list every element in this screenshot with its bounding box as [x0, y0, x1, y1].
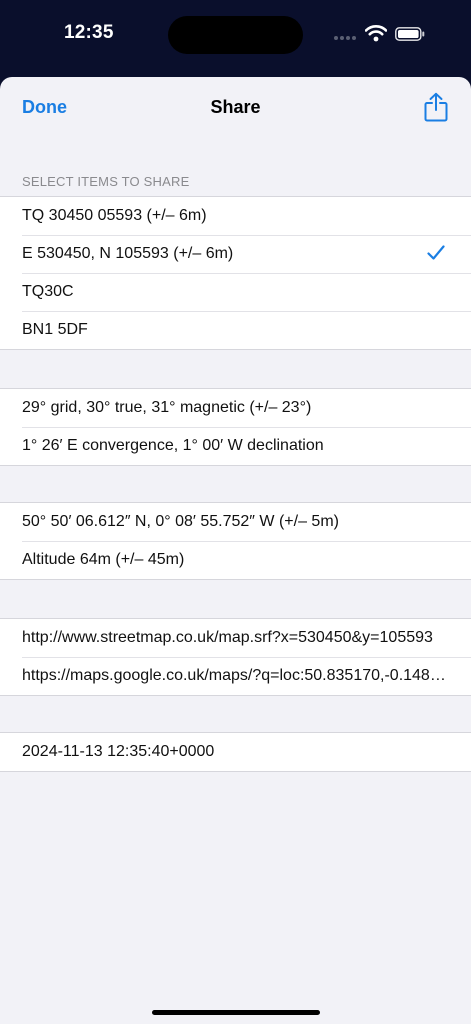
list-item-label: http://www.streetmap.co.uk/map.srf?x=530… [22, 629, 433, 646]
list-item-label: Altitude 64m (+/– 45m) [22, 551, 185, 568]
coordinates-group: 50° 50′ 06.612″ N, 0° 08′ 55.752″ W (+/–… [0, 502, 471, 580]
list-item[interactable]: 50° 50′ 06.612″ N, 0° 08′ 55.752″ W (+/–… [0, 503, 471, 541]
grid-reference-group: TQ 30450 05593 (+/– 6m) E 530450, N 1055… [0, 196, 471, 350]
checkmark-icon [427, 245, 445, 260]
list-item[interactable]: TQ30C [0, 273, 471, 311]
list-item[interactable]: TQ 30450 05593 (+/– 6m) [0, 197, 471, 235]
list-item-label: 50° 50′ 06.612″ N, 0° 08′ 55.752″ W (+/–… [22, 513, 339, 530]
navigation-bar: Done Share [0, 77, 471, 137]
status-time: 12:35 [64, 22, 114, 43]
battery-icon [395, 27, 425, 41]
list-item[interactable]: http://www.streetmap.co.uk/map.srf?x=530… [0, 619, 471, 657]
list-item-label: BN1 5DF [22, 321, 88, 338]
list-item[interactable]: 2024-11-13 12:35:40+0000 [0, 733, 471, 771]
share-sheet: Done Share SELECT ITEMS TO SHARE TQ 3045… [0, 77, 471, 1024]
list-item[interactable]: BN1 5DF [0, 311, 471, 349]
list-item[interactable]: 1° 26′ E convergence, 1° 00′ W declinati… [0, 427, 471, 465]
wifi-icon [365, 25, 387, 42]
page-title: Share [210, 97, 261, 117]
bearing-group: 29° grid, 30° true, 31° magnetic (+/– 23… [0, 388, 471, 466]
dynamic-island [168, 16, 303, 54]
list-item-label: https://maps.google.co.uk/maps/?q=loc:50… [22, 667, 449, 684]
list-item[interactable]: https://maps.google.co.uk/maps/?q=loc:50… [0, 657, 471, 695]
share-icon[interactable] [423, 92, 449, 122]
list-item-label: TQ30C [22, 283, 74, 300]
list-item-label: 2024-11-13 12:35:40+0000 [22, 743, 215, 760]
section-header: SELECT ITEMS TO SHARE [22, 174, 190, 189]
list-item-label: 29° grid, 30° true, 31° magnetic (+/– 23… [22, 399, 312, 416]
list-item[interactable]: E 530450, N 105593 (+/– 6m) [0, 235, 471, 273]
list-item-label: 1° 26′ E convergence, 1° 00′ W declinati… [22, 437, 324, 454]
list-item-label: E 530450, N 105593 (+/– 6m) [22, 245, 234, 262]
home-indicator [152, 1010, 320, 1015]
map-links-group: http://www.streetmap.co.uk/map.srf?x=530… [0, 618, 471, 696]
list-item[interactable]: 29° grid, 30° true, 31° magnetic (+/– 23… [0, 389, 471, 427]
list-item-label: TQ 30450 05593 (+/– 6m) [22, 207, 207, 224]
status-bar: 12:35 [0, 0, 471, 70]
list-item[interactable]: Altitude 64m (+/– 45m) [0, 541, 471, 579]
timestamp-group: 2024-11-13 12:35:40+0000 [0, 732, 471, 772]
